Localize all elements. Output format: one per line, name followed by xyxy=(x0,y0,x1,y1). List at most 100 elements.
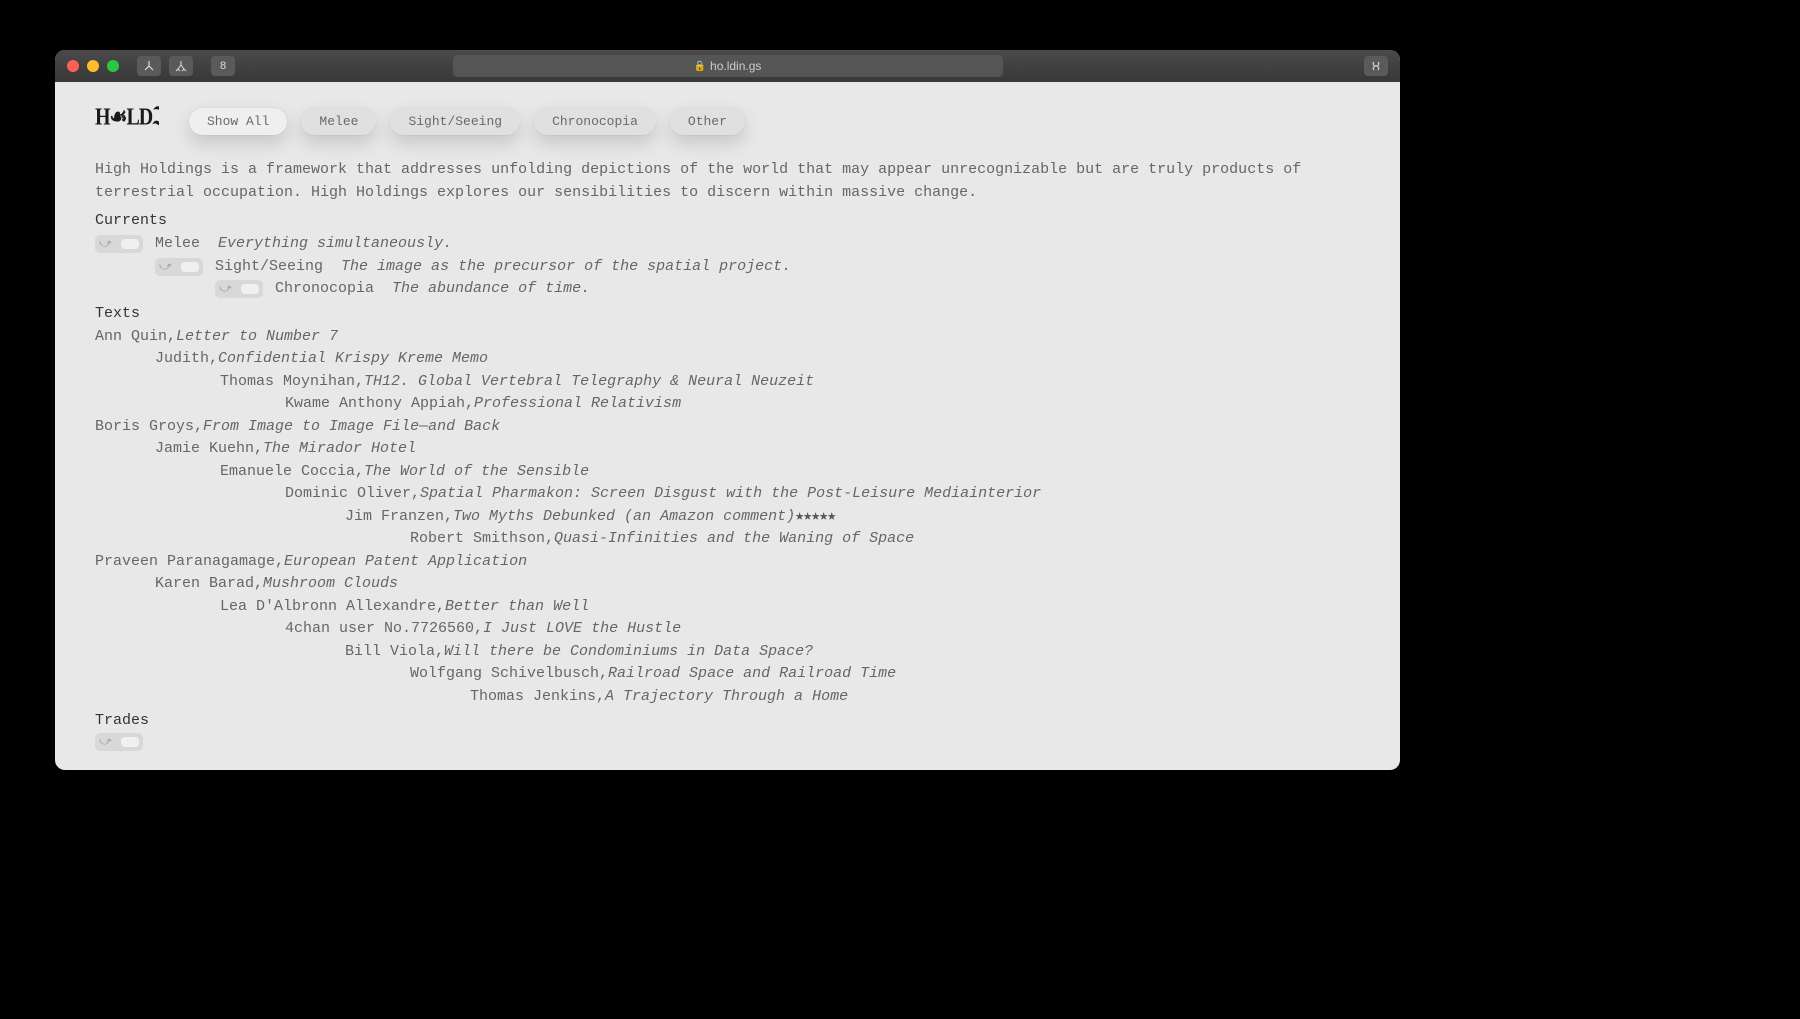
text-title: The Mirador Hotel xyxy=(263,438,416,461)
text-title: From Image to Image File—and Back xyxy=(203,416,500,439)
site-logo[interactable]: H☙LDℑNGS xyxy=(95,98,159,145)
toggle-icon[interactable]: ⤻ xyxy=(215,280,263,298)
text-row[interactable]: Dominic Oliver, Spatial Pharmakon: Scree… xyxy=(285,483,1360,506)
text-author: Praveen Paranagamage, xyxy=(95,551,284,574)
section-title-trades: Trades xyxy=(95,712,1360,729)
text-author: Karen Barad, xyxy=(155,573,263,596)
current-label: Chronocopia xyxy=(275,278,374,301)
maximize-icon[interactable] xyxy=(107,60,119,72)
text-row[interactable]: Wolfgang Schivelbusch, Railroad Space an… xyxy=(410,663,1360,686)
text-author: Dominic Oliver, xyxy=(285,483,420,506)
nav-button-sight-seeing[interactable]: Sight/Seeing xyxy=(390,108,520,135)
text-title: European Patent Application xyxy=(284,551,527,574)
section-title-texts: Texts xyxy=(95,305,1360,322)
current-desc: The image as the precursor of the spatia… xyxy=(341,256,791,279)
text-row[interactable]: Jamie Kuehn, The Mirador Hotel xyxy=(155,438,1360,461)
text-row[interactable]: Boris Groys, From Image to Image File—an… xyxy=(95,416,1360,439)
text-title: Confidential Krispy Kreme Memo xyxy=(218,348,488,371)
text-row[interactable]: 4chan user No.7726560, I Just LOVE the H… xyxy=(285,618,1360,641)
traffic-lights xyxy=(67,60,119,72)
nav-button-chronocopia[interactable]: Chronocopia xyxy=(534,108,656,135)
text-row[interactable]: Praveen Paranagamage, European Patent Ap… xyxy=(95,551,1360,574)
number-icon: 8 xyxy=(220,60,226,72)
section-title-currents: Currents xyxy=(95,212,1360,229)
text-row[interactable]: Lea D'Albronn Allexandre, Better than We… xyxy=(220,596,1360,619)
text-author: Jim Franzen, xyxy=(345,506,453,529)
text-row[interactable]: Jim Franzen, Two Myths Debunked (an Amaz… xyxy=(345,506,1360,529)
currents-row[interactable]: ⤻ Melee Everything simultaneously. xyxy=(95,233,1360,256)
address-url: ho.ldin.gs xyxy=(710,59,761,73)
text-title: A Trajectory Through a Home xyxy=(605,686,848,709)
toolbar-button-right[interactable] xyxy=(1364,56,1388,76)
text-author: 4chan user No.7726560, xyxy=(285,618,483,641)
toggle-icon[interactable]: ⤻ xyxy=(95,733,143,751)
close-icon[interactable] xyxy=(67,60,79,72)
logo-svg: H☙LDℑNGS xyxy=(95,98,159,136)
text-row[interactable]: Kwame Anthony Appiah, Professional Relat… xyxy=(285,393,1360,416)
toolbar-button-3[interactable]: 8 xyxy=(211,56,235,76)
current-label: Sight/Seeing xyxy=(215,256,323,279)
text-author: Wolfgang Schivelbusch, xyxy=(410,663,608,686)
currents-list: ⤻Melee Everything simultaneously.⤻Sight/… xyxy=(95,233,1360,301)
nav-button-other[interactable]: Other xyxy=(670,108,745,135)
text-row[interactable]: Karen Barad, Mushroom Clouds xyxy=(155,573,1360,596)
text-title: Quasi-Infinities and the Waning of Space xyxy=(554,528,914,551)
currents-row[interactable]: ⤻ Chronocopia The abundance of time. xyxy=(215,278,1360,301)
text-row[interactable]: Thomas Jenkins, A Trajectory Through a H… xyxy=(470,686,1360,709)
text-title: Professional Relativism xyxy=(474,393,681,416)
text-row[interactable]: Robert Smithson, Quasi-Infinities and th… xyxy=(410,528,1360,551)
desktop: 8 🔒 ho.ldin.gs xyxy=(0,0,1800,1019)
minimize-icon[interactable] xyxy=(87,60,99,72)
browser-window: 8 🔒 ho.ldin.gs xyxy=(55,50,1400,770)
text-title: Letter to Number 7 xyxy=(176,326,338,349)
text-title: Spatial Pharmakon: Screen Disgust with t… xyxy=(420,483,1041,506)
text-title: I Just LOVE the Hustle xyxy=(483,618,681,641)
text-title: Mushroom Clouds xyxy=(263,573,398,596)
text-author: Bill Viola, xyxy=(345,641,444,664)
header-row: H☙LDℑNGS Show All Melee Sight/Seeing Chrono… xyxy=(95,102,1360,141)
texts-list: Ann Quin, Letter to Number 7Judith, Conf… xyxy=(95,326,1360,709)
stars-icon: ★★★★★ xyxy=(795,506,835,529)
svg-text:H☙LDℑNGS: H☙LDℑNGS xyxy=(95,103,159,130)
intro-text: High Holdings is a framework that addres… xyxy=(95,159,1360,204)
text-title: Will there be Condominiums in Data Space… xyxy=(444,641,813,664)
branch-icon xyxy=(175,60,187,72)
text-title: Two Myths Debunked (an Amazon comment) xyxy=(453,506,795,529)
text-author: Thomas Moynihan, xyxy=(220,371,364,394)
toggle-icon[interactable]: ⤻ xyxy=(155,258,203,276)
address-bar[interactable]: 🔒 ho.ldin.gs xyxy=(453,55,1003,77)
tree-icon xyxy=(143,60,155,72)
text-author: Robert Smithson, xyxy=(410,528,554,551)
nav-buttons: Show All Melee Sight/Seeing Chronocopia Othe… xyxy=(189,108,745,135)
toolbar-button-2[interactable] xyxy=(169,56,193,76)
toolbar-button-1[interactable] xyxy=(137,56,161,76)
text-row[interactable]: Thomas Moynihan, TH12. Global Vertebral … xyxy=(220,371,1360,394)
text-author: Thomas Jenkins, xyxy=(470,686,605,709)
nav-button-show-all[interactable]: Show All xyxy=(189,108,287,135)
text-row[interactable]: Ann Quin, Letter to Number 7 xyxy=(95,326,1360,349)
current-label: Melee xyxy=(155,233,200,256)
text-row[interactable]: Bill Viola, Will there be Condominiums i… xyxy=(345,641,1360,664)
lock-icon: 🔒 xyxy=(694,61,706,72)
nav-button-melee[interactable]: Melee xyxy=(301,108,376,135)
knot-icon xyxy=(1370,60,1382,72)
text-author: Lea D'Albronn Allexandre, xyxy=(220,596,445,619)
trades-row[interactable]: ⤻ xyxy=(95,733,1360,751)
text-row[interactable]: Emanuele Coccia, The World of the Sensib… xyxy=(220,461,1360,484)
text-author: Jamie Kuehn, xyxy=(155,438,263,461)
current-desc: The abundance of time. xyxy=(392,278,590,301)
currents-row[interactable]: ⤻ Sight/Seeing The image as the precursor… xyxy=(155,256,1360,279)
page-content: H☙LDℑNGS Show AllMeleeSight/SeeingChrono… xyxy=(55,82,1400,770)
text-author: Emanuele Coccia, xyxy=(220,461,364,484)
toggle-icon[interactable]: ⤻ xyxy=(95,235,143,253)
titlebar-right-buttons xyxy=(1364,56,1388,76)
text-row[interactable]: Judith, Confidential Krispy Kreme Memo xyxy=(155,348,1360,371)
current-desc: Everything simultaneously. xyxy=(218,233,452,256)
text-title: The World of the Sensible xyxy=(364,461,589,484)
text-title: Railroad Space and Railroad Time xyxy=(608,663,896,686)
titlebar-tool-buttons xyxy=(137,56,193,76)
text-title: Better than Well xyxy=(445,596,589,619)
titlebar: 8 🔒 ho.ldin.gs xyxy=(55,50,1400,82)
titlebar-tool-buttons-2: 8 xyxy=(211,56,235,76)
text-author: Ann Quin, xyxy=(95,326,176,349)
